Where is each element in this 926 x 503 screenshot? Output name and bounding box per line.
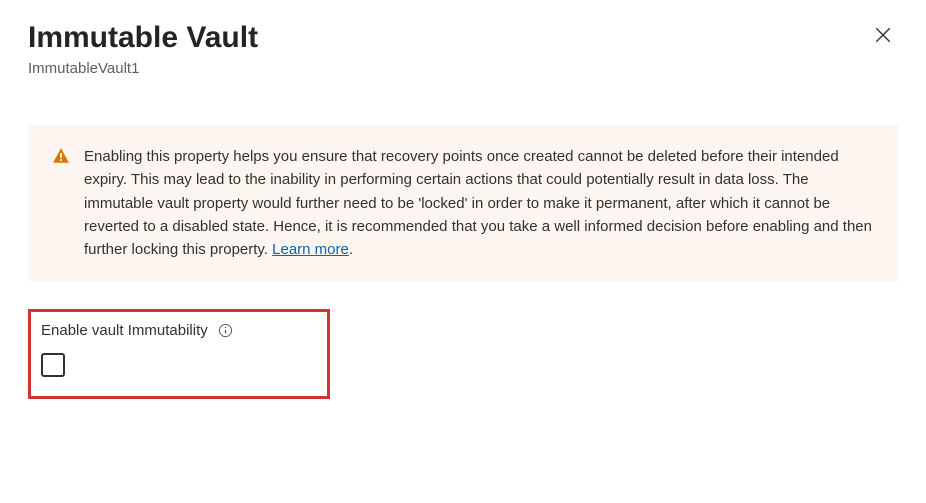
warning-text: Enabling this property helps you ensure … bbox=[84, 145, 874, 261]
learn-more-link[interactable]: Learn more bbox=[272, 241, 349, 258]
panel-header: Immutable Vault ImmutableVault1 bbox=[28, 20, 898, 77]
page-title: Immutable Vault bbox=[28, 20, 258, 56]
enable-immutability-section: Enable vault Immutability bbox=[28, 309, 330, 399]
close-icon bbox=[874, 26, 892, 47]
enable-immutability-checkbox[interactable] bbox=[41, 353, 65, 377]
info-icon[interactable] bbox=[218, 323, 233, 338]
resource-name: ImmutableVault1 bbox=[28, 60, 258, 77]
warning-message: Enabling this property helps you ensure … bbox=[84, 148, 872, 258]
warning-banner: Enabling this property helps you ensure … bbox=[28, 125, 898, 281]
enable-immutability-label: Enable vault Immutability bbox=[41, 322, 208, 339]
warning-icon bbox=[52, 147, 70, 170]
field-label-row: Enable vault Immutability bbox=[41, 322, 315, 339]
close-button[interactable] bbox=[868, 20, 898, 53]
header-text-block: Immutable Vault ImmutableVault1 bbox=[28, 20, 258, 77]
